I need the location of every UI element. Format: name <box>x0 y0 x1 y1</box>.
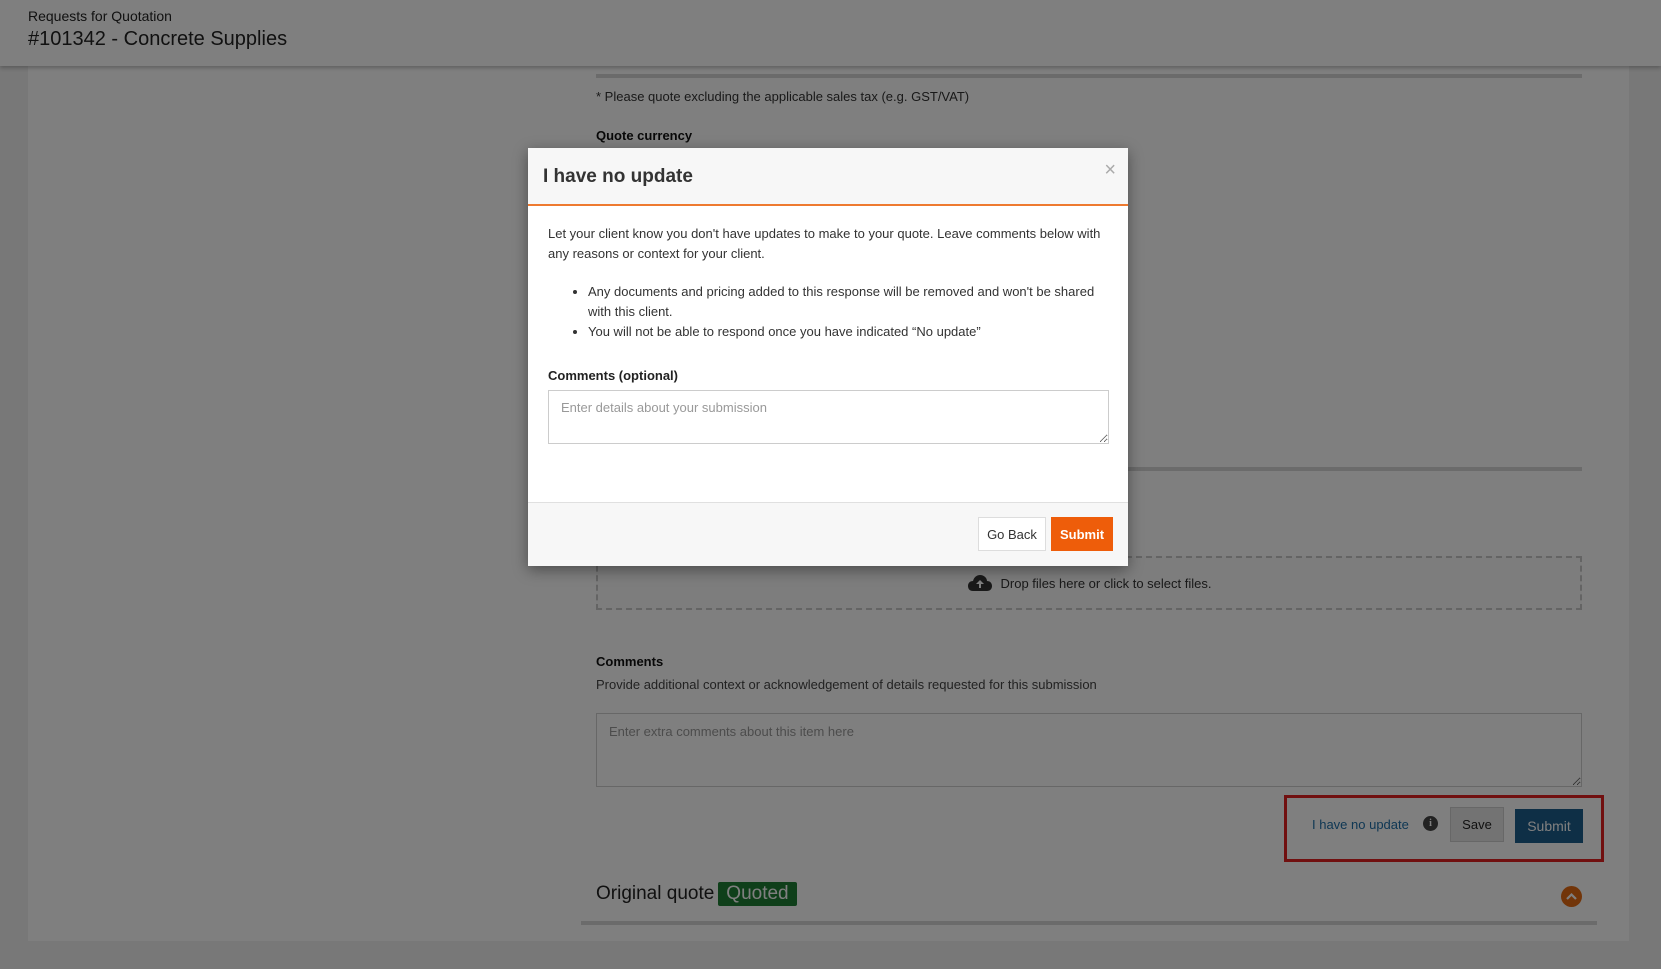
dialog-bullet-list: Any documents and pricing added to this … <box>588 282 1108 342</box>
dialog-body: Let your client know you don't have upda… <box>528 206 1128 444</box>
dialog-footer: Go Back Submit <box>528 502 1128 566</box>
close-icon[interactable]: × <box>1104 160 1116 180</box>
dialog-intro: Let your client know you don't have upda… <box>548 226 1101 261</box>
go-back-button[interactable]: Go Back <box>978 517 1046 551</box>
dialog-submit-button[interactable]: Submit <box>1051 517 1113 551</box>
dialog-header: I have no update × <box>528 148 1128 206</box>
list-item: You will not be able to respond once you… <box>588 322 1108 342</box>
dialog-comments-label: Comments (optional) <box>548 368 678 383</box>
dialog-comments-input[interactable] <box>548 390 1109 444</box>
list-item: Any documents and pricing added to this … <box>588 282 1108 322</box>
dialog-title: I have no update <box>543 166 693 187</box>
no-update-dialog: I have no update × Let your client know … <box>528 148 1128 566</box>
